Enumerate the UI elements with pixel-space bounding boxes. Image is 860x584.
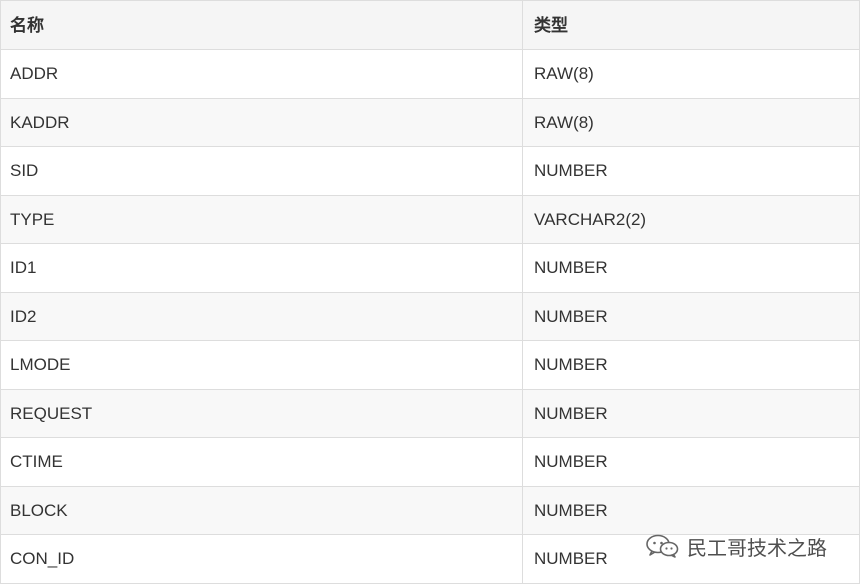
data-table: 名称 类型 ADDR RAW(8) KADDR RAW(8) SID NUMBE…	[0, 0, 860, 584]
cell-name: ID1	[1, 244, 523, 292]
cell-type: RAW(8)	[523, 50, 860, 98]
header-type: 类型	[523, 1, 860, 49]
cell-type: NUMBER	[523, 438, 860, 486]
cell-name: SID	[1, 147, 523, 195]
cell-type: NUMBER	[523, 341, 860, 389]
watermark-text: 民工哥技术之路	[687, 535, 827, 560]
cell-name: ID2	[1, 292, 523, 340]
cell-type: VARCHAR2(2)	[523, 195, 860, 243]
cell-type: NUMBER	[523, 244, 860, 292]
cell-type: RAW(8)	[523, 98, 860, 146]
table-row: LMODE NUMBER	[1, 341, 860, 390]
cell-type: NUMBER	[523, 292, 860, 340]
cell-name: CTIME	[1, 438, 523, 486]
table-row: ID2 NUMBER	[1, 292, 860, 341]
cell-name: BLOCK	[1, 486, 523, 534]
table-row: SID NUMBER	[1, 147, 860, 196]
table-row: KADDR RAW(8)	[1, 98, 860, 147]
watermark: 民工哥技术之路	[645, 532, 827, 560]
cell-name: LMODE	[1, 341, 523, 389]
cell-name: CON_ID	[1, 535, 523, 583]
wechat-icon	[646, 534, 679, 558]
table-row: ADDR RAW(8)	[1, 50, 860, 99]
cell-type: NUMBER	[523, 389, 860, 437]
cell-name: KADDR	[1, 98, 523, 146]
table-header-row: 名称 类型	[1, 1, 860, 50]
table-row: ID1 NUMBER	[1, 244, 860, 293]
table-row: TYPE VARCHAR2(2)	[1, 195, 860, 244]
cell-name: ADDR	[1, 50, 523, 98]
table-row: BLOCK NUMBER	[1, 486, 860, 535]
cell-name: TYPE	[1, 195, 523, 243]
cell-name: REQUEST	[1, 389, 523, 437]
table-row: REQUEST NUMBER	[1, 389, 860, 438]
table-row: CTIME NUMBER	[1, 438, 860, 487]
cell-type: NUMBER	[523, 486, 860, 534]
header-name: 名称	[1, 1, 523, 49]
cell-type: NUMBER	[523, 147, 860, 195]
